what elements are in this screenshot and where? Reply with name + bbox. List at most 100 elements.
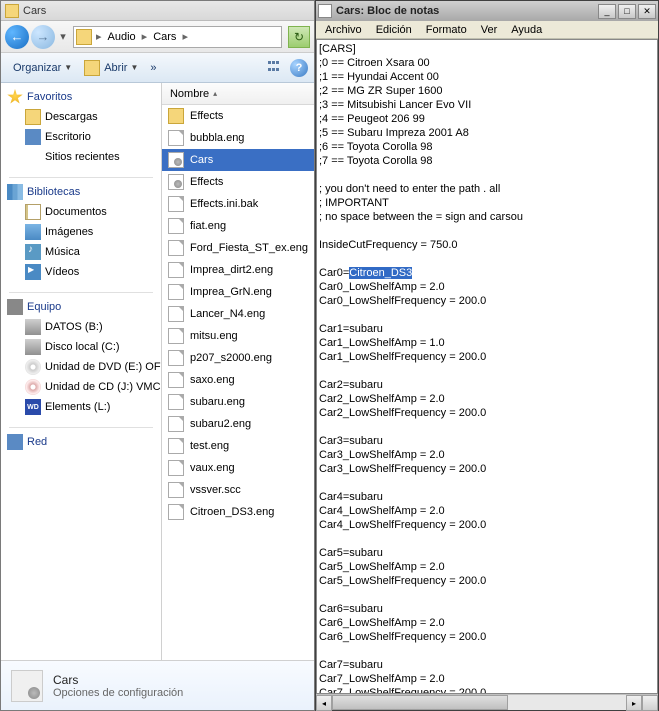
file-icon [168, 284, 184, 300]
sidebar-header-favorites[interactable]: Favoritos [1, 87, 161, 107]
column-header-name[interactable]: Nombre▴ [162, 83, 314, 105]
file-row[interactable]: Cars [162, 149, 314, 171]
notepad-title: Cars: Bloc de notas [336, 5, 596, 17]
file-row[interactable]: Effects [162, 171, 314, 193]
folder-icon [5, 4, 19, 18]
file-name: Effects [190, 176, 223, 188]
menu-item[interactable]: Archivo [318, 23, 369, 37]
sidebar-item[interactable]: Sitios recientes [1, 147, 161, 167]
sidebar-header-network[interactable]: Red [1, 432, 161, 452]
library-icon [7, 184, 23, 200]
breadcrumb-seg-audio[interactable]: Audio [104, 27, 140, 47]
sidebar-item[interactable]: Unidad de CD (J:) VMC [1, 377, 161, 397]
file-row[interactable]: Citroen_DS3.eng [162, 501, 314, 523]
notepad-textarea[interactable]: [CARS] ;0 == Citroen Xsara 00 ;1 == Hyun… [316, 39, 658, 694]
folder-icon [76, 29, 92, 45]
file-row[interactable]: subaru2.eng [162, 413, 314, 435]
file-row[interactable]: Imprea_dirt2.eng [162, 259, 314, 281]
file-name: p207_s2000.eng [190, 352, 272, 364]
file-row[interactable]: Lancer_N4.eng [162, 303, 314, 325]
sidebar-item[interactable]: Disco local (C:) [1, 337, 161, 357]
breadcrumb[interactable]: ▸ Audio ▸ Cars ▸ [73, 26, 282, 48]
file-row[interactable]: test.eng [162, 435, 314, 457]
folder-open-icon [84, 60, 100, 76]
minimize-button[interactable]: _ [598, 4, 616, 19]
file-icon [168, 196, 184, 212]
file-row[interactable]: mitsu.eng [162, 325, 314, 347]
file-row[interactable]: vssver.scc [162, 479, 314, 501]
file-row[interactable]: bubbla.eng [162, 127, 314, 149]
refresh-button[interactable]: ↻ [288, 26, 310, 48]
file-row[interactable]: p207_s2000.eng [162, 347, 314, 369]
sidebar-label: Equipo [27, 301, 61, 313]
back-button[interactable]: ← [5, 25, 29, 49]
menu-item[interactable]: Formato [419, 23, 474, 37]
file-icon [168, 504, 184, 520]
file-icon [168, 372, 184, 388]
item-label: Disco local (C:) [45, 341, 120, 353]
scroll-left-button[interactable]: ◂ [316, 695, 332, 711]
file-row[interactable]: subaru.eng [162, 391, 314, 413]
file-row[interactable]: Effects.ini.bak [162, 193, 314, 215]
help-button[interactable]: ? [290, 59, 308, 77]
sidebar-item[interactable]: Imágenes [1, 222, 161, 242]
item-icon [25, 149, 41, 165]
chevron-down-icon: ▼ [64, 63, 72, 72]
sidebar-group-computer: Equipo DATOS (B:) Disco local (C:) Unidad … [1, 297, 161, 417]
drive-icon [25, 359, 41, 375]
resize-grip[interactable] [642, 695, 658, 711]
sidebar-header-libraries[interactable]: Bibliotecas [1, 182, 161, 202]
file-row[interactable]: Effects [162, 105, 314, 127]
sidebar-item[interactable]: WDElements (L:) [1, 397, 161, 417]
notepad-titlebar[interactable]: Cars: Bloc de notas _ □ ✕ [316, 1, 658, 21]
item-label: Descargas [45, 111, 98, 123]
menu-item[interactable]: Ver [474, 23, 505, 37]
divider [9, 292, 153, 293]
maximize-button[interactable]: □ [618, 4, 636, 19]
explorer-titlebar[interactable]: Cars [1, 1, 314, 21]
file-icon [168, 460, 184, 476]
scroll-track[interactable] [332, 695, 626, 710]
forward-button[interactable]: → [31, 25, 55, 49]
sidebar-item[interactable]: Descargas [1, 107, 161, 127]
more-button[interactable]: » [144, 59, 162, 77]
chevron-right-icon: ▸ [140, 30, 150, 43]
nav-history-dropdown[interactable]: ▾ [57, 25, 69, 49]
drive-icon [25, 339, 41, 355]
sidebar-item[interactable]: DATOS (B:) [1, 317, 161, 337]
explorer-window: Cars ← → ▾ ▸ Audio ▸ Cars ▸ ↻ Organizar▼… [0, 0, 315, 711]
menu-item[interactable]: Ayuda [504, 23, 549, 37]
chevron-down-icon: ▼ [130, 63, 138, 72]
breadcrumb-seg-cars[interactable]: Cars [149, 27, 180, 47]
file-pane: Nombre▴ Effectsbubbla.engCarsEffectsEffe… [161, 83, 314, 660]
item-label: Música [45, 246, 80, 258]
close-button[interactable]: ✕ [638, 4, 656, 19]
item-icon [25, 109, 41, 125]
scroll-right-button[interactable]: ▸ [626, 695, 642, 711]
file-icon [168, 482, 184, 498]
item-label: Documentos [45, 206, 107, 218]
open-label: Abrir [104, 62, 127, 74]
file-icon [168, 394, 184, 410]
sidebar-item[interactable]: Música [1, 242, 161, 262]
organize-button[interactable]: Organizar▼ [7, 59, 78, 77]
view-button[interactable] [266, 59, 284, 77]
drive-icon: WD [25, 399, 41, 415]
file-list[interactable]: Effects bubbla.engCars Effects Effects.ini.… [162, 105, 314, 660]
open-button[interactable]: Abrir▼ [78, 57, 144, 79]
sidebar-item[interactable]: Documentos [1, 202, 161, 222]
sidebar-header-computer[interactable]: Equipo [1, 297, 161, 317]
horizontal-scrollbar[interactable]: ◂ ▸ [316, 694, 658, 710]
sidebar-item[interactable]: Vídeos [1, 262, 161, 282]
file-row[interactable]: Ford_Fiesta_ST_ex.eng [162, 237, 314, 259]
sidebar-item[interactable]: Unidad de DVD (E:) OFF [1, 357, 161, 377]
sidebar-item[interactable]: Escritorio [1, 127, 161, 147]
item-label: Unidad de CD (J:) VMC [45, 381, 161, 393]
file-row[interactable]: vaux.eng [162, 457, 314, 479]
file-name: Effects [190, 110, 223, 122]
file-row[interactable]: Imprea_GrN.eng [162, 281, 314, 303]
file-row[interactable]: saxo.eng [162, 369, 314, 391]
file-row[interactable]: fiat.eng [162, 215, 314, 237]
menu-item[interactable]: Edición [369, 23, 419, 37]
scroll-thumb[interactable] [332, 695, 508, 710]
